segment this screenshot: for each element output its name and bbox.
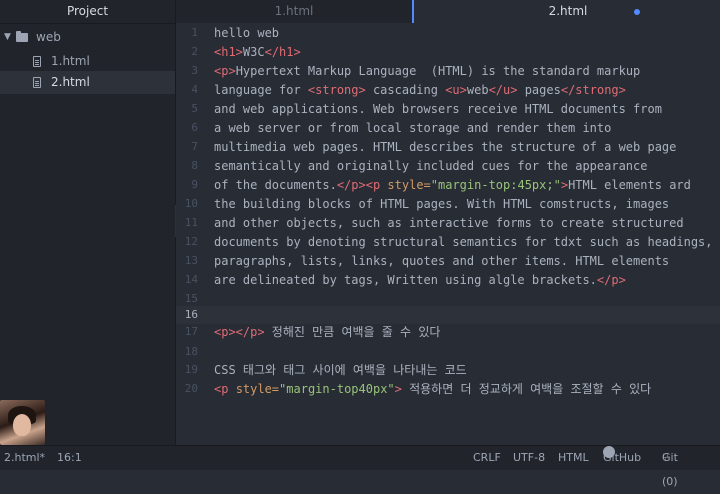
- code-line: 9 of the documents.</p><p style="margin-…: [176, 176, 720, 194]
- user-avatar: [0, 400, 45, 445]
- file-2-html[interactable]: 2.html: [0, 71, 175, 94]
- line-number: 11: [184, 216, 198, 229]
- line-number: 2: [191, 45, 198, 58]
- status-grammar[interactable]: HTML: [558, 446, 589, 470]
- line-number: 5: [191, 102, 198, 115]
- line-number: 8: [191, 159, 198, 172]
- code-line: 3 <p>Hypertext Markup Language (HTML) is…: [176, 62, 720, 80]
- active-code-line: 16: [176, 306, 720, 324]
- line-number: 17: [184, 325, 198, 338]
- line-number: 6: [191, 121, 198, 134]
- code-line: 12 documents by denoting structural sema…: [176, 233, 720, 251]
- code-line: 1 hello web: [176, 24, 720, 42]
- code-line: 11 and other objects, such as interactiv…: [176, 214, 720, 232]
- file-1-html[interactable]: 1.html: [0, 50, 175, 73]
- folder-web[interactable]: ▼ web: [0, 26, 175, 49]
- chevron-down-icon[interactable]: ▼: [4, 26, 11, 49]
- status-encoding[interactable]: UTF-8: [513, 446, 545, 470]
- code-line: 8 semantically and originally included c…: [176, 157, 720, 175]
- line-number: 13: [184, 254, 198, 267]
- code-editor[interactable]: 1 hello web 2 <h1>W3C</h1> 3 <p>Hypertex…: [176, 23, 720, 445]
- code-line: 13 paragraphs, lists, links, quotes and …: [176, 252, 720, 270]
- line-number: 1: [191, 26, 198, 39]
- tree-view-panel: Project ▼ web 1.html 2.html: [0, 0, 176, 445]
- line-number: 19: [184, 363, 198, 376]
- code-line: 20 <p style="margin-top40px"> 적용하면 더 정교하…: [176, 380, 720, 398]
- line-number: 4: [191, 83, 198, 96]
- tab-1-html[interactable]: 1.html: [176, 0, 412, 23]
- project-header[interactable]: Project: [0, 0, 175, 24]
- folder-icon: [16, 31, 28, 42]
- file-label: 1.html: [51, 54, 90, 68]
- code-line: 6 a web server or from local storage and…: [176, 119, 720, 137]
- code-line: 19 CSS 태그와 태그 사이에 여백을 나타내는 코드: [176, 361, 720, 379]
- code-line: 5 and web applications. Web browsers rec…: [176, 100, 720, 118]
- file-icon: [33, 56, 41, 67]
- line-number: 16: [184, 308, 198, 321]
- tab-2-html[interactable]: 2.html: [412, 0, 720, 24]
- file-label: 2.html: [51, 75, 90, 89]
- tab-bar: 1.html 2.html: [176, 0, 720, 24]
- code-line: 18: [176, 343, 720, 361]
- line-number: 10: [184, 197, 198, 210]
- folder-label: web: [36, 30, 61, 44]
- line-number: 7: [191, 140, 198, 153]
- line-number: 12: [184, 235, 198, 248]
- code-line: 2 <h1>W3C</h1>: [176, 43, 720, 61]
- code-line: 10 the building blocks of HTML pages. Wi…: [176, 195, 720, 213]
- status-cursor-position[interactable]: 16:1: [57, 446, 82, 470]
- line-number: 14: [184, 273, 198, 286]
- line-number: 9: [191, 178, 198, 191]
- code-line: 17 <p></p> 정해진 만큼 여백을 줄 수 있다: [176, 323, 720, 341]
- modified-indicator-icon[interactable]: [634, 9, 640, 15]
- code-line: 14 are delineated by tags, Written using…: [176, 271, 720, 289]
- line-number: 18: [184, 345, 198, 358]
- code-line: 4 language for <strong> cascading <u>web…: [176, 81, 720, 99]
- code-line: 7 multimedia web pages. HTML describes t…: [176, 138, 720, 156]
- status-bar: 2.html* 16:1 CRLF UTF-8 HTML GitHub ⑂ Git…: [0, 445, 720, 488]
- status-file-name[interactable]: 2.html*: [4, 446, 45, 470]
- status-line-ending[interactable]: CRLF: [473, 446, 501, 470]
- file-icon: [33, 77, 41, 88]
- line-number: 3: [191, 64, 198, 77]
- line-number: 20: [184, 382, 198, 395]
